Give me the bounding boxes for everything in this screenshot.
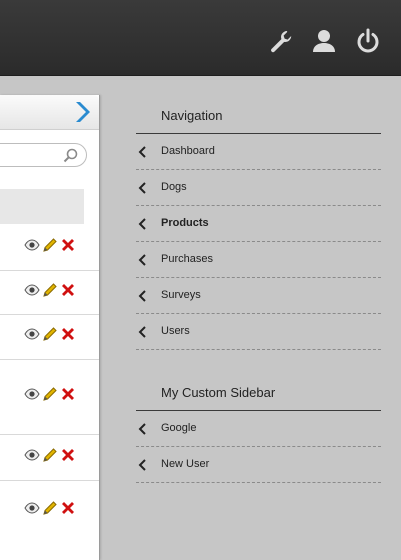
table-row bbox=[0, 314, 99, 360]
chevron-left-icon bbox=[138, 218, 146, 230]
delete-icon[interactable] bbox=[60, 500, 76, 516]
table-row bbox=[0, 359, 99, 435]
eye-icon[interactable] bbox=[24, 282, 40, 298]
search-input[interactable] bbox=[0, 143, 87, 167]
nav-item-products[interactable]: Products bbox=[136, 206, 381, 242]
chevron-left-icon bbox=[138, 290, 146, 302]
pencil-icon[interactable] bbox=[42, 326, 58, 342]
chevron-left-icon bbox=[138, 326, 146, 338]
nav-item-label: New User bbox=[161, 458, 210, 470]
table-row bbox=[0, 434, 99, 481]
nav-item-purchases[interactable]: Purchases bbox=[136, 242, 381, 278]
nav-item-label: Dogs bbox=[161, 181, 187, 193]
delete-icon[interactable] bbox=[60, 386, 76, 402]
nav-item-google[interactable]: Google bbox=[136, 411, 381, 447]
pencil-icon[interactable] bbox=[42, 447, 58, 463]
user-icon[interactable] bbox=[311, 28, 337, 54]
nav-item-label: Purchases bbox=[161, 253, 213, 265]
navigation-heading: Navigation bbox=[161, 108, 223, 123]
chevron-right-icon[interactable] bbox=[72, 100, 92, 124]
nav-item-label: Products bbox=[161, 217, 209, 229]
delete-icon[interactable] bbox=[60, 282, 76, 298]
eye-icon[interactable] bbox=[24, 500, 40, 516]
content-panel bbox=[0, 95, 100, 560]
chevron-left-icon bbox=[138, 182, 146, 194]
nav-item-label: Surveys bbox=[161, 289, 201, 301]
nav-item-label: Users bbox=[161, 325, 190, 337]
eye-icon[interactable] bbox=[24, 386, 40, 402]
pencil-icon[interactable] bbox=[42, 386, 58, 402]
chevron-left-icon bbox=[138, 423, 146, 435]
eye-icon[interactable] bbox=[24, 326, 40, 342]
top-bar bbox=[0, 0, 401, 76]
nav-item-label: Google bbox=[161, 422, 197, 434]
wrench-icon[interactable] bbox=[268, 28, 294, 54]
table-header bbox=[0, 189, 84, 224]
delete-icon[interactable] bbox=[60, 447, 76, 463]
eye-icon[interactable] bbox=[24, 447, 40, 463]
chevron-left-icon bbox=[138, 459, 146, 471]
table-row bbox=[0, 480, 99, 540]
chevron-left-icon bbox=[138, 254, 146, 266]
custom-sidebar-heading: My Custom Sidebar bbox=[161, 385, 276, 400]
power-icon[interactable] bbox=[355, 28, 381, 54]
table-row bbox=[0, 270, 99, 315]
nav-item-new-user[interactable]: New User bbox=[136, 447, 381, 483]
panel-header bbox=[0, 95, 99, 130]
chevron-left-icon bbox=[138, 146, 146, 158]
pencil-icon[interactable] bbox=[42, 237, 58, 253]
nav-item-surveys[interactable]: Surveys bbox=[136, 278, 381, 314]
search-icon bbox=[63, 148, 78, 163]
pencil-icon[interactable] bbox=[42, 500, 58, 516]
table-row bbox=[0, 224, 99, 271]
delete-icon[interactable] bbox=[60, 326, 76, 342]
nav-item-label: Dashboard bbox=[161, 145, 215, 157]
eye-icon[interactable] bbox=[24, 237, 40, 253]
delete-icon[interactable] bbox=[60, 237, 76, 253]
nav-item-dogs[interactable]: Dogs bbox=[136, 170, 381, 206]
nav-item-users[interactable]: Users bbox=[136, 314, 381, 350]
nav-item-dashboard[interactable]: Dashboard bbox=[136, 134, 381, 170]
pencil-icon[interactable] bbox=[42, 282, 58, 298]
